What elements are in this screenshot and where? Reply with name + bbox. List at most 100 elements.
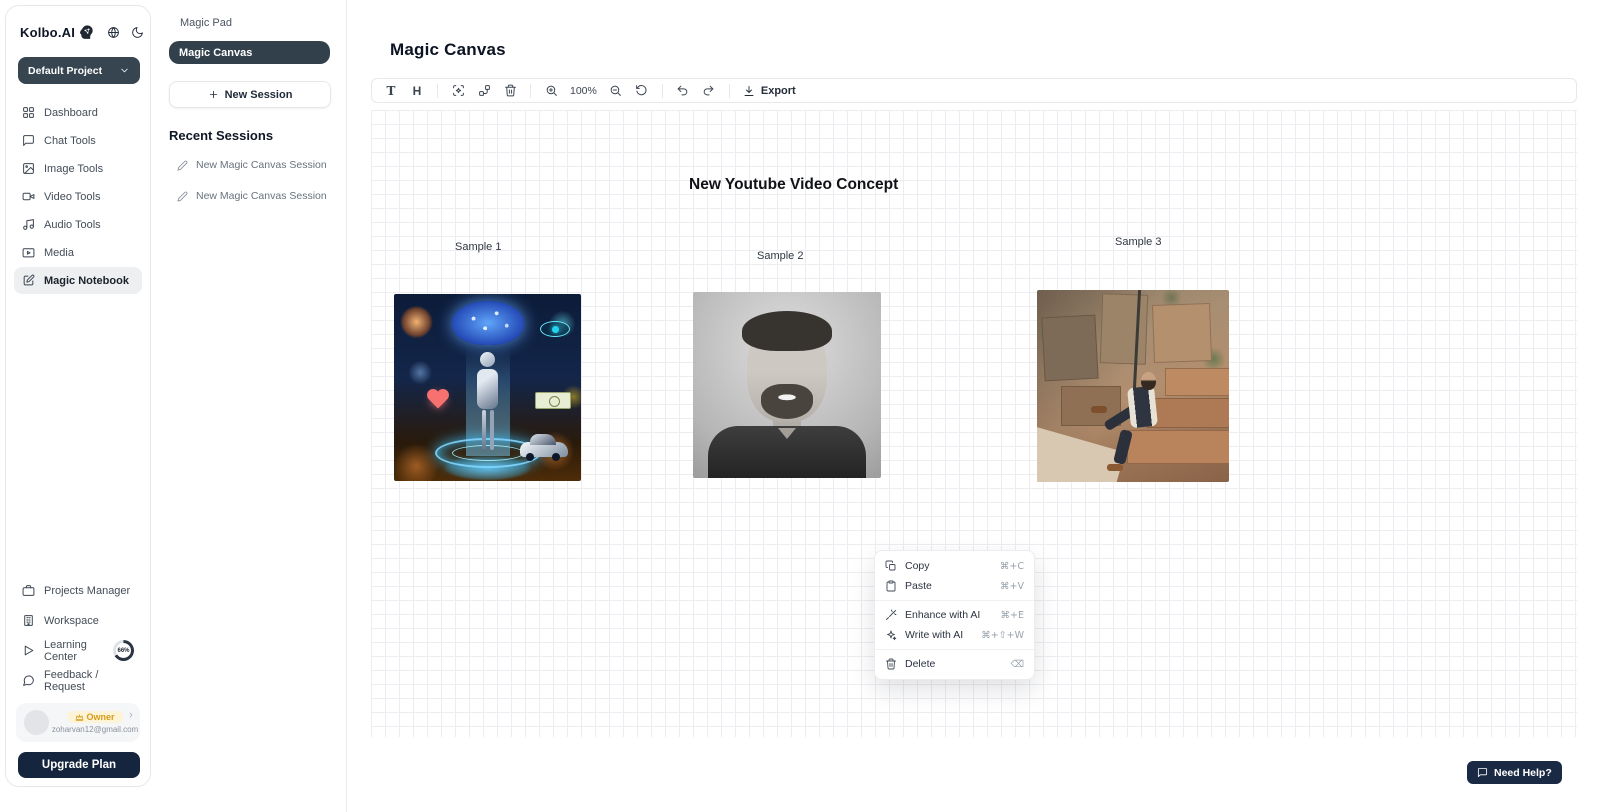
user-account-card[interactable]: Owner zoharvan12@gmail.com [16,703,140,742]
context-menu-item-write-with-ai[interactable]: Write with AI ⌘+⇧+W [875,625,1034,645]
language-globe-button[interactable] [107,26,120,39]
new-session-button[interactable]: New Session [169,81,331,108]
user-info: Owner zoharvan12@gmail.com [56,711,134,734]
context-menu-item-delete[interactable]: Delete ⌫ [875,654,1034,674]
image-icon [22,162,35,175]
trash-icon [504,84,517,97]
context-menu-item-paste[interactable]: Paste ⌘+V [875,576,1034,596]
music-note-icon [22,218,35,231]
sidebar-item-label: Learning Center [44,639,102,663]
stone-step-figure [1165,368,1229,396]
sidebar-item-label: Workspace [44,615,99,627]
sidebar-item-dashboard[interactable]: Dashboard [14,99,142,126]
sidebar-item-media[interactable]: Media [14,239,142,266]
moon-icon [131,26,144,39]
stone-block-figure [1152,303,1212,363]
download-icon [743,85,755,97]
toolbar-divider [662,84,663,98]
context-menu-item-copy[interactable]: Copy ⌘+C [875,556,1034,576]
sparkles-icon [885,629,897,641]
ai-select-button[interactable] [447,81,469,100]
delete-tool-button[interactable] [499,81,521,100]
context-menu-divider [875,600,1034,601]
sidebar-item-projects-manager[interactable]: Projects Manager [14,576,142,605]
export-button[interactable]: Export [739,85,800,97]
owner-badge: Owner [67,711,122,723]
session-item[interactable]: New Magic Canvas Session [169,156,340,174]
zoom-out-icon [609,84,622,97]
sidebar-item-label: Feedback / Request [44,669,134,693]
recent-sessions-heading: Recent Sessions [169,128,346,143]
sidebar-item-learning-center[interactable]: Learning Center 66% [14,636,142,665]
session-item[interactable]: New Magic Canvas Session [169,187,340,205]
chevron-right-icon [127,711,135,719]
sidebar-item-feedback-request[interactable]: Feedback / Request [14,666,142,695]
page-title: Magic Canvas [390,40,506,60]
sidebar-item-label: Magic Notebook [44,275,129,287]
help-chat-icon [1477,767,1488,778]
canvas-text-sample-3[interactable]: Sample 3 [1115,236,1161,248]
sidebar-item-audio-tools[interactable]: Audio Tools [14,211,142,238]
canvas-text-sample-1[interactable]: Sample 1 [455,241,501,253]
sidebar-item-workspace[interactable]: Workspace [14,606,142,635]
nav-magic-pad[interactable]: Magic Pad [180,17,346,29]
zoom-in-button[interactable] [540,81,562,100]
user-email: zoharvan12@gmail.com [52,725,138,734]
canvas-text-heading[interactable]: New Youtube Video Concept [689,176,898,194]
notebook-pen-icon [22,274,35,287]
zoom-level-indicator[interactable]: 100% [570,85,597,97]
man-torso-figure [1127,386,1158,429]
context-menu-item-enhance-with-ai[interactable]: Enhance with AI ⌘+E [875,605,1034,625]
heading-tool-button[interactable]: H [406,81,428,100]
workflow-tool-button[interactable] [473,81,495,100]
rotate-ccw-icon [635,84,648,97]
zoom-in-icon [545,84,558,97]
app-window: Kolbo.AI Default Project Dashboard Chat … [0,0,1600,812]
need-help-button[interactable]: Need Help? [1467,761,1562,784]
learning-progress-ring: 66% [113,640,134,661]
sessions-panel: Magic Pad Magic Canvas New Session Recen… [153,0,347,812]
robot-figure [475,352,501,454]
toolbar-divider [530,84,531,98]
project-selector-label: Default Project [28,65,102,77]
man-head-figure [1141,372,1156,390]
paste-icon [885,580,897,592]
text-tool-button[interactable]: T [380,81,402,100]
sidebar-item-chat-tools[interactable]: Chat Tools [14,127,142,154]
app-logo: Kolbo.AI [20,25,75,40]
building-icon [22,614,35,627]
session-title: New Magic Canvas Session [196,159,327,171]
sidebar-item-magic-notebook[interactable]: Magic Notebook [14,267,142,294]
sample-image-3[interactable] [1037,290,1229,482]
sidebar-item-label: Media [44,247,74,259]
keyboard-shortcut: ⌘+E [1001,610,1024,621]
keyboard-shortcut: ⌘+C [1000,561,1024,572]
sidebar-item-video-tools[interactable]: Video Tools [14,183,142,210]
pencil-icon [177,160,188,171]
project-selector[interactable]: Default Project [18,57,140,84]
nav-magic-canvas[interactable]: Magic Canvas [169,41,330,64]
upgrade-plan-button[interactable]: Upgrade Plan [18,752,140,778]
play-icon [22,644,35,657]
briefcase-icon [22,584,35,597]
zoom-out-button[interactable] [605,81,627,100]
undo-icon [676,84,689,97]
sidebar-item-image-tools[interactable]: Image Tools [14,155,142,182]
dark-mode-button[interactable] [131,26,144,39]
reset-view-button[interactable] [631,81,653,100]
primary-sidebar: Kolbo.AI Default Project Dashboard Chat … [5,5,151,787]
context-menu-label: Paste [905,580,992,592]
redo-icon [702,84,715,97]
sample-image-1[interactable] [394,294,581,481]
undo-button[interactable] [672,81,694,100]
eye-figure [540,321,570,337]
sidebar-item-label: Chat Tools [44,135,96,147]
sample-image-2[interactable] [693,292,881,478]
redo-button[interactable] [698,81,720,100]
user-avatar [24,710,49,735]
globe-icon [107,26,120,39]
video-camera-icon [22,190,35,203]
context-menu-label: Copy [905,560,992,572]
canvas-text-sample-2[interactable]: Sample 2 [757,250,803,262]
canvas-surface[interactable]: New Youtube Video Concept Sample 1 Sampl… [371,110,1577,737]
